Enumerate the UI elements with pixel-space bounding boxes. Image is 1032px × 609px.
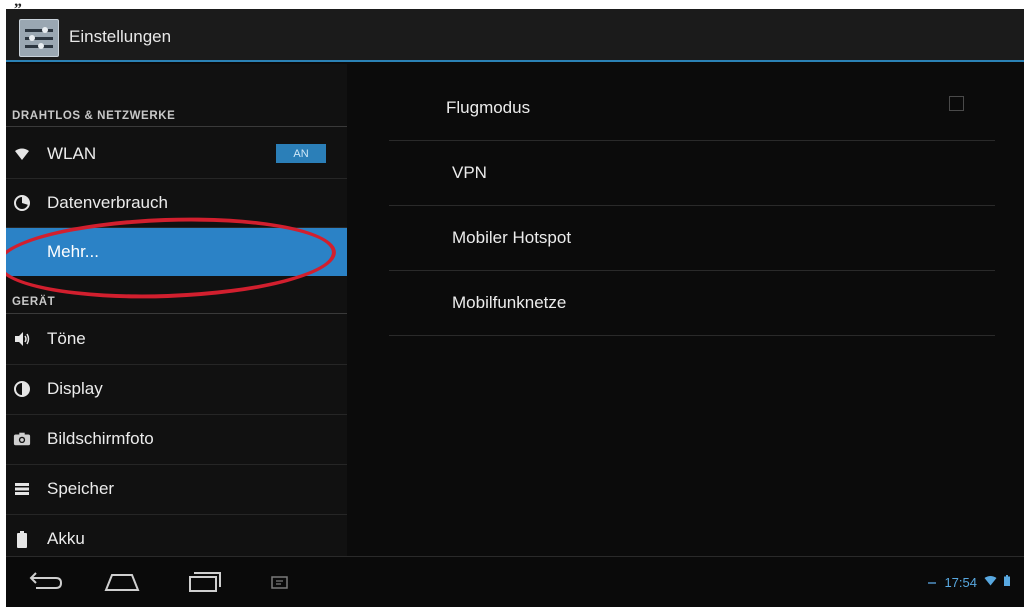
sidebar-item-label: Akku <box>47 529 85 548</box>
battery-icon <box>13 530 31 548</box>
back-icon[interactable] <box>26 569 66 595</box>
detail-item-label: Flugmodus <box>446 98 531 117</box>
detail-item-mobiler-hotspot[interactable]: Mobiler Hotspot <box>389 206 995 270</box>
section-header-wireless: DRAHTLOS & NETZWERKE <box>12 110 176 122</box>
sidebar-item-label: Datenverbrauch <box>47 193 168 212</box>
wifi-status-icon <box>984 573 997 591</box>
system-nav-bar: 17:54 <box>6 556 1024 607</box>
notification-icon <box>927 573 937 591</box>
list-divider <box>389 335 995 336</box>
detail-item-vpn[interactable]: VPN <box>389 141 995 205</box>
speaker-icon <box>13 330 31 348</box>
flugmodus-checkbox[interactable] <box>949 96 964 111</box>
sidebar-item-label: Töne <box>47 329 86 348</box>
sidebar-item-label: Bildschirmfoto <box>47 429 154 448</box>
recent-apps-icon[interactable] <box>184 569 224 595</box>
detail-item-mobilfunknetze[interactable]: Mobilfunknetze <box>389 271 995 335</box>
data-usage-icon <box>13 194 31 212</box>
section-divider <box>6 126 347 127</box>
settings-sidebar: DRAHTLOS & NETZWERKE WLAN AN Datenverbra… <box>6 64 347 556</box>
sidebar-item-display[interactable]: Display <box>6 365 347 413</box>
sidebar-item-label: Speicher <box>47 479 115 498</box>
battery-status-icon <box>1004 573 1010 591</box>
section-divider <box>6 313 347 314</box>
camera-icon <box>13 430 31 448</box>
display-brightness-icon <box>13 380 31 398</box>
section-header-device: GERÄT <box>12 296 56 308</box>
tablet-screen: Einstellungen DRAHTLOS & NETZWERKE WLAN … <box>6 9 1024 607</box>
wlan-toggle[interactable]: AN <box>276 144 326 163</box>
screenshot-icon[interactable] <box>268 569 292 595</box>
detail-item-label: VPN <box>452 163 487 182</box>
home-icon[interactable] <box>102 569 142 595</box>
status-area[interactable]: 17:54 <box>927 573 1010 591</box>
detail-item-label: Mobilfunknetze <box>452 293 567 312</box>
settings-sliders-icon[interactable] <box>19 19 59 57</box>
sidebar-item-label: WLAN <box>47 144 97 163</box>
action-bar: Einstellungen <box>6 9 1024 62</box>
sidebar-item-bildschirmfoto[interactable]: Bildschirmfoto <box>6 415 347 463</box>
detail-item-flugmodus[interactable]: Flugmodus <box>389 76 995 140</box>
detail-item-label: Mobiler Hotspot <box>452 228 572 247</box>
app-title: Einstellungen <box>69 27 172 46</box>
sidebar-item-speicher[interactable]: Speicher <box>6 465 347 513</box>
settings-detail-pane: Flugmodus VPN Mobiler Hotspot Mobilfunkn… <box>347 64 1024 556</box>
page-top-crop: „ <box>0 0 1032 10</box>
clock: 17:54 <box>944 574 977 590</box>
sidebar-item-label: Display <box>47 379 103 398</box>
sidebar-item-toene[interactable]: Töne <box>6 315 347 363</box>
storage-icon <box>13 480 31 498</box>
wifi-icon <box>13 145 31 163</box>
